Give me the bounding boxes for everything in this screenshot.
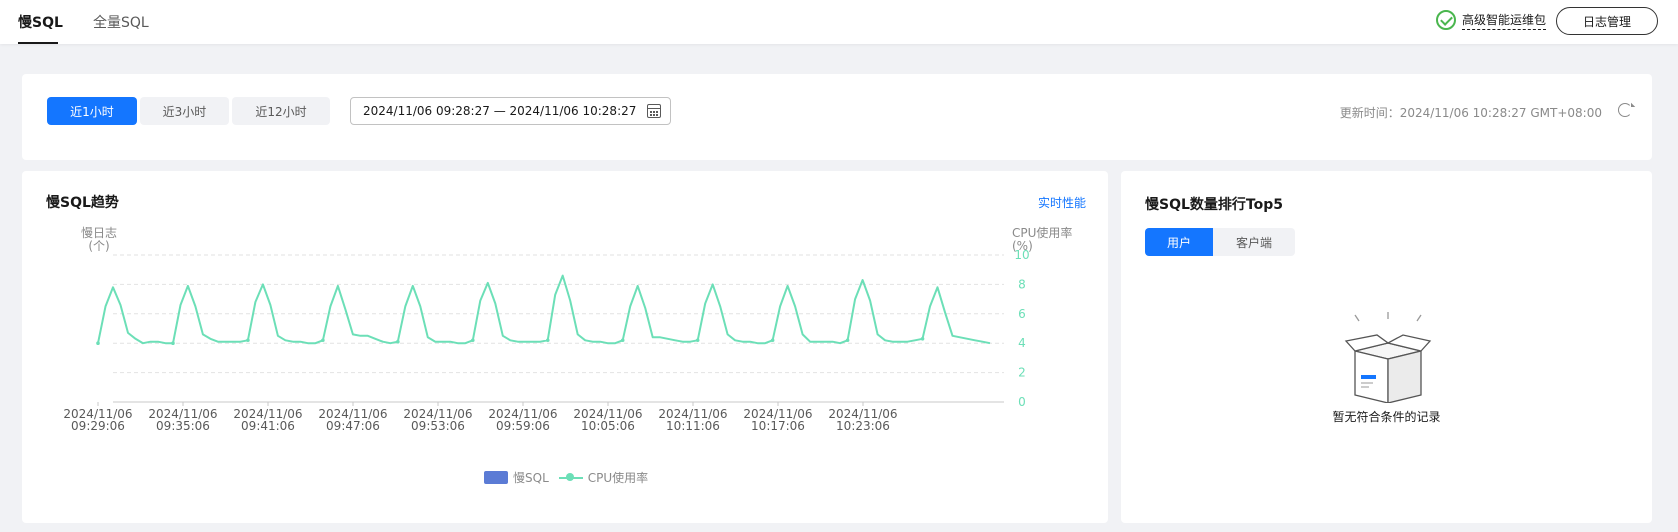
date-range-value: 2024/11/06 09:28:27 — 2024/11/06 10:28:2…: [363, 104, 637, 118]
tab-client[interactable]: 客户端: [1213, 228, 1295, 256]
calendar-icon[interactable]: [647, 104, 661, 118]
check-circle-icon: [1436, 10, 1456, 30]
y-right-tick-label: 10: [1014, 248, 1029, 262]
cpu-usage-point: [695, 338, 700, 343]
addon-package[interactable]: 高级智能运维包: [1436, 10, 1547, 30]
cpu-usage-point: [545, 338, 550, 343]
empty-box-icon: [1344, 312, 1432, 403]
refresh-icon[interactable]: [1618, 103, 1632, 117]
addon-package-label[interactable]: 高级智能运维包: [1462, 11, 1547, 30]
chart-legend: 慢SQL CPU使用率: [484, 469, 648, 486]
y-right-tick-label: 8: [1018, 277, 1026, 291]
legend-cpu[interactable]: CPU使用率: [558, 469, 649, 486]
x-tick-time-label: 09:29:06: [71, 419, 125, 433]
cpu-usage-point: [171, 341, 175, 345]
empty-state-text: 暂无符合条件的记录: [1332, 410, 1441, 424]
cpu-usage-point: [620, 338, 625, 343]
time-range-selector: 近1小时 近3小时 近12小时: [47, 97, 330, 125]
cpu-usage-line: [97, 274, 991, 345]
tab-user[interactable]: 用户: [1145, 228, 1213, 256]
top5-title: 慢SQL数量排行Top5: [1145, 197, 1283, 213]
cpu-usage-point: [770, 338, 775, 343]
legend-slow-sql-label: 慢SQL: [513, 471, 549, 485]
cpu-usage-point: [845, 338, 850, 343]
legend-cpu-label: CPU使用率: [587, 471, 649, 485]
legend-slow-sql[interactable]: 慢SQL: [484, 469, 549, 486]
filter-card: 近1小时 近3小时 近12小时 2024/11/06 09:28:27 — 20…: [22, 74, 1652, 160]
cpu-usage-point: [96, 341, 100, 345]
x-tick-time-label: 10:23:06: [836, 419, 890, 433]
update-time: 更新时间：2024/11/06 10:28:27 GMT+08:00: [1339, 106, 1602, 120]
cpu-usage-point: [396, 339, 400, 344]
x-tick-time-label: 09:41:06: [241, 419, 295, 433]
range-1h-button[interactable]: 近1小时: [47, 97, 137, 125]
tab-full-sql[interactable]: 全量SQL: [93, 12, 149, 32]
log-management-button[interactable]: 日志管理: [1556, 7, 1658, 35]
top-bar: 慢SQL 全量SQL 高级智能运维包 日志管理: [0, 0, 1678, 44]
x-tick-time-label: 10:17:06: [751, 419, 805, 433]
cpu-usage-point: [470, 338, 475, 343]
y-right-tick-label: 6: [1018, 307, 1026, 321]
range-3h-button[interactable]: 近3小时: [140, 97, 229, 125]
date-range-picker[interactable]: 2024/11/06 09:28:27 — 2024/11/06 10:28:2…: [350, 97, 671, 125]
slow-sql-trend-card: 慢SQL趋势 实时性能 慢日志 (个) CPU使用率 (%) 0 2 4 6 8 10 20…: [22, 171, 1108, 523]
y-right-tick-label: 4: [1018, 336, 1026, 350]
top5-card: 慢SQL数量排行Top5 用户 客户端 暂无符合条件的记录: [1121, 171, 1652, 523]
y-right-tick-label: 0: [1018, 395, 1026, 409]
cpu-usage-point: [321, 338, 325, 343]
tab-slow-sql[interactable]: 慢SQL: [18, 12, 63, 32]
range-12h-button[interactable]: 近12小时: [232, 97, 330, 125]
top5-dimension-selector: 用户 客户端: [1145, 228, 1295, 256]
x-tick-time-label: 09:59:06: [496, 419, 550, 433]
cpu-usage-point: [246, 338, 250, 343]
x-tick-time-label: 10:11:06: [666, 419, 720, 433]
x-tick-time-label: 09:35:06: [156, 419, 210, 433]
legend-line-swatch: [558, 472, 583, 481]
x-tick-time-label: 10:05:06: [581, 419, 635, 433]
cpu-usage-point: [920, 336, 925, 341]
x-tick-time-label: 09:53:06: [411, 419, 465, 433]
x-tick-time-label: 09:47:06: [326, 419, 380, 433]
active-tab-indicator: [18, 42, 58, 44]
y-right-tick-label: 2: [1018, 366, 1026, 380]
legend-bar-swatch: [484, 471, 508, 484]
